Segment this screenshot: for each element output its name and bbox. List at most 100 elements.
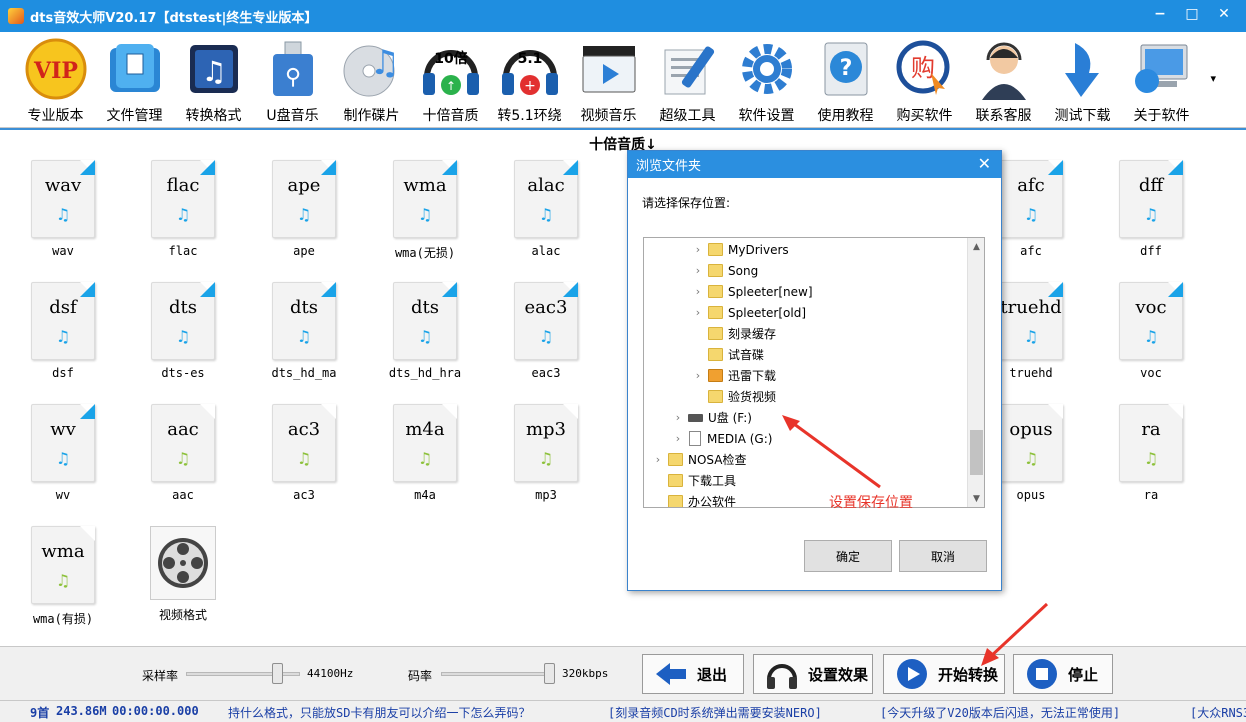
toolbar-tutorial[interactable]: ? 使用教程 — [806, 32, 885, 128]
format-item-ra[interactable]: ra ♫ ra — [1096, 404, 1206, 502]
tree-item[interactable]: › U盘 (F:) — [672, 407, 752, 428]
file-extension: ape — [287, 175, 321, 196]
chevron-right-icon[interactable]: › — [672, 432, 684, 445]
cancel-button[interactable]: 取消 — [899, 540, 987, 572]
tree-item[interactable]: 验货视频 — [692, 386, 776, 407]
chevron-right-icon[interactable]: › — [692, 285, 704, 298]
format-item-eac3[interactable]: eac3 ♫ eac3 — [491, 282, 601, 380]
music-note-icon: ♫ — [1023, 449, 1039, 468]
effects-button[interactable]: 设置效果 — [753, 654, 873, 694]
format-item-wav[interactable]: wav ♫ wav — [8, 160, 118, 258]
close-button[interactable]: ✕ — [1208, 0, 1240, 28]
chevron-right-icon[interactable]: › — [672, 411, 684, 424]
tree-item-label: U盘 (F:) — [708, 411, 752, 425]
format-item-aac[interactable]: aac ♫ aac — [128, 404, 238, 502]
tree-item[interactable]: 下载工具 — [652, 470, 736, 491]
toolbar-convert-format[interactable]: ♫ 转换格式 — [174, 32, 253, 128]
format-item-dsf[interactable]: dsf ♫ dsf — [8, 282, 118, 380]
toolbar-about-software[interactable]: 关于软件 — [1122, 32, 1201, 128]
minimize-button[interactable]: − — [1144, 0, 1176, 28]
audio-file-icon: ra ♫ — [1119, 404, 1183, 482]
ok-button[interactable]: 确定 — [804, 540, 892, 572]
sample-rate-label: 采样率 — [142, 669, 179, 683]
tree-item[interactable]: 试音碟 — [692, 344, 764, 365]
audio-file-icon: ape ♫ — [272, 160, 336, 238]
file-extension: voc — [1135, 297, 1167, 318]
tree-item-label: Spleeter[new] — [728, 284, 813, 299]
file-extension: wv — [50, 419, 76, 440]
tree-item[interactable]: › MEDIA (G:) — [672, 428, 772, 449]
format-item-flac[interactable]: flac ♫ flac — [128, 160, 238, 258]
format-item-ac3[interactable]: ac3 ♫ ac3 — [249, 404, 359, 502]
toolbar-usb-music[interactable]: ⚲ U盘音乐 — [253, 32, 332, 128]
toolbar-more-dropdown[interactable]: ▾ — [1210, 72, 1216, 85]
format-item-mp3[interactable]: mp3 ♫ mp3 — [491, 404, 601, 502]
toolbar-label: U盘音乐 — [266, 108, 319, 124]
toolbar-buy-software[interactable]: 购 购买软件 — [885, 32, 964, 128]
toolbar-label: 关于软件 — [1133, 108, 1190, 124]
chevron-right-icon[interactable]: › — [652, 453, 664, 466]
exit-button[interactable]: 退出 — [642, 654, 744, 694]
video-format-item[interactable]: 视频格式 — [128, 526, 238, 623]
tree-item[interactable]: › Spleeter[new] — [692, 281, 813, 302]
format-item-dts-es[interactable]: dts ♫ dts-es — [128, 282, 238, 380]
toolbar-surround-51[interactable]: +5.1 转5.1环绕 — [490, 32, 569, 128]
format-item-wv[interactable]: wv ♫ wv — [8, 404, 118, 502]
toolbar-video-music[interactable]: 视频音乐 — [569, 32, 648, 128]
tree-item[interactable]: 办公软件 — [652, 491, 736, 507]
format-item-wma(无损)[interactable]: wma ♫ wma(无损) — [370, 160, 480, 261]
dialog-close-button[interactable]: ✕ — [978, 154, 991, 173]
tree-item[interactable]: 刻录缓存 — [692, 323, 776, 344]
toolbar-file-manager[interactable]: 文件管理 — [95, 32, 174, 128]
format-label: mp3 — [535, 488, 557, 502]
toolbar-software-settings[interactable]: 软件设置 — [727, 32, 806, 128]
format-item-alac[interactable]: alac ♫ alac — [491, 160, 601, 258]
audio-file-icon: wma ♫ — [31, 526, 95, 604]
sample-rate-slider-thumb[interactable] — [272, 663, 284, 684]
toolbar-label: 使用教程 — [817, 108, 874, 124]
folder-icon — [668, 474, 683, 487]
toolbar-super-tools[interactable]: 超级工具 — [648, 32, 727, 128]
tree-item-label: 下载工具 — [688, 474, 737, 488]
toolbar-label: 转5.1环绕 — [497, 108, 562, 124]
format-item-wma(有损)[interactable]: wma ♫ wma(有损) — [8, 526, 118, 627]
scroll-up-icon[interactable]: ▲ — [968, 238, 984, 255]
toolbar-ten-times-quality[interactable]: ↑ 10倍 十倍音质 — [411, 32, 490, 128]
audio-file-icon: flac ♫ — [151, 160, 215, 238]
folder-icon — [668, 453, 683, 466]
toolbar-contact-support[interactable]: 联系客服 — [964, 32, 1043, 128]
format-item-dts_hd_hra[interactable]: dts ♫ dts_hd_hra — [370, 282, 480, 380]
maximize-button[interactable]: □ — [1176, 0, 1208, 28]
scroll-down-icon[interactable]: ▼ — [968, 490, 984, 507]
scroll-thumb[interactable] — [970, 430, 983, 475]
audio-file-icon: alac ♫ — [514, 160, 578, 238]
tree-item[interactable]: › 迅雷下载 — [692, 365, 776, 386]
tree-item[interactable]: › Spleeter[old] — [692, 302, 806, 323]
chevron-right-icon[interactable]: › — [692, 264, 704, 277]
format-item-ape[interactable]: ape ♫ ape — [249, 160, 359, 258]
format-item-dts_hd_ma[interactable]: dts ♫ dts_hd_ma — [249, 282, 359, 380]
format-item-voc[interactable]: voc ♫ voc — [1096, 282, 1206, 380]
format-item-m4a[interactable]: m4a ♫ m4a — [370, 404, 480, 502]
tree-item-label: 迅雷下载 — [728, 369, 777, 383]
chevron-right-icon[interactable]: › — [692, 306, 704, 319]
toolbar-label: 超级工具 — [659, 108, 716, 124]
file-extension: alac — [527, 175, 565, 196]
tree-item[interactable]: › NOSA检查 — [652, 449, 746, 470]
music-note-icon: ♫ — [55, 571, 71, 590]
surround-51-icon: +5.1 — [498, 37, 562, 101]
bitrate-slider-thumb[interactable] — [544, 663, 555, 684]
toolbar-test-download[interactable]: 测试下载 — [1043, 32, 1122, 128]
chevron-right-icon[interactable]: › — [692, 369, 704, 382]
toolbar-label: 文件管理 — [106, 108, 163, 124]
toolbar-pro-version[interactable]: VIP 专业版本 — [16, 32, 95, 128]
bitrate-slider[interactable] — [441, 672, 555, 676]
toolbar-make-disc[interactable]: ♫ 制作碟片 — [332, 32, 411, 128]
tree-scrollbar[interactable]: ▲ ▼ — [967, 238, 984, 507]
usb-drive-icon — [688, 413, 703, 422]
chevron-right-icon[interactable]: › — [692, 243, 704, 256]
music-note-icon: ♫ — [296, 449, 312, 468]
tree-item[interactable]: › MyDrivers — [692, 239, 789, 260]
format-item-dff[interactable]: dff ♫ dff — [1096, 160, 1206, 258]
tree-item[interactable]: › Song — [692, 260, 758, 281]
